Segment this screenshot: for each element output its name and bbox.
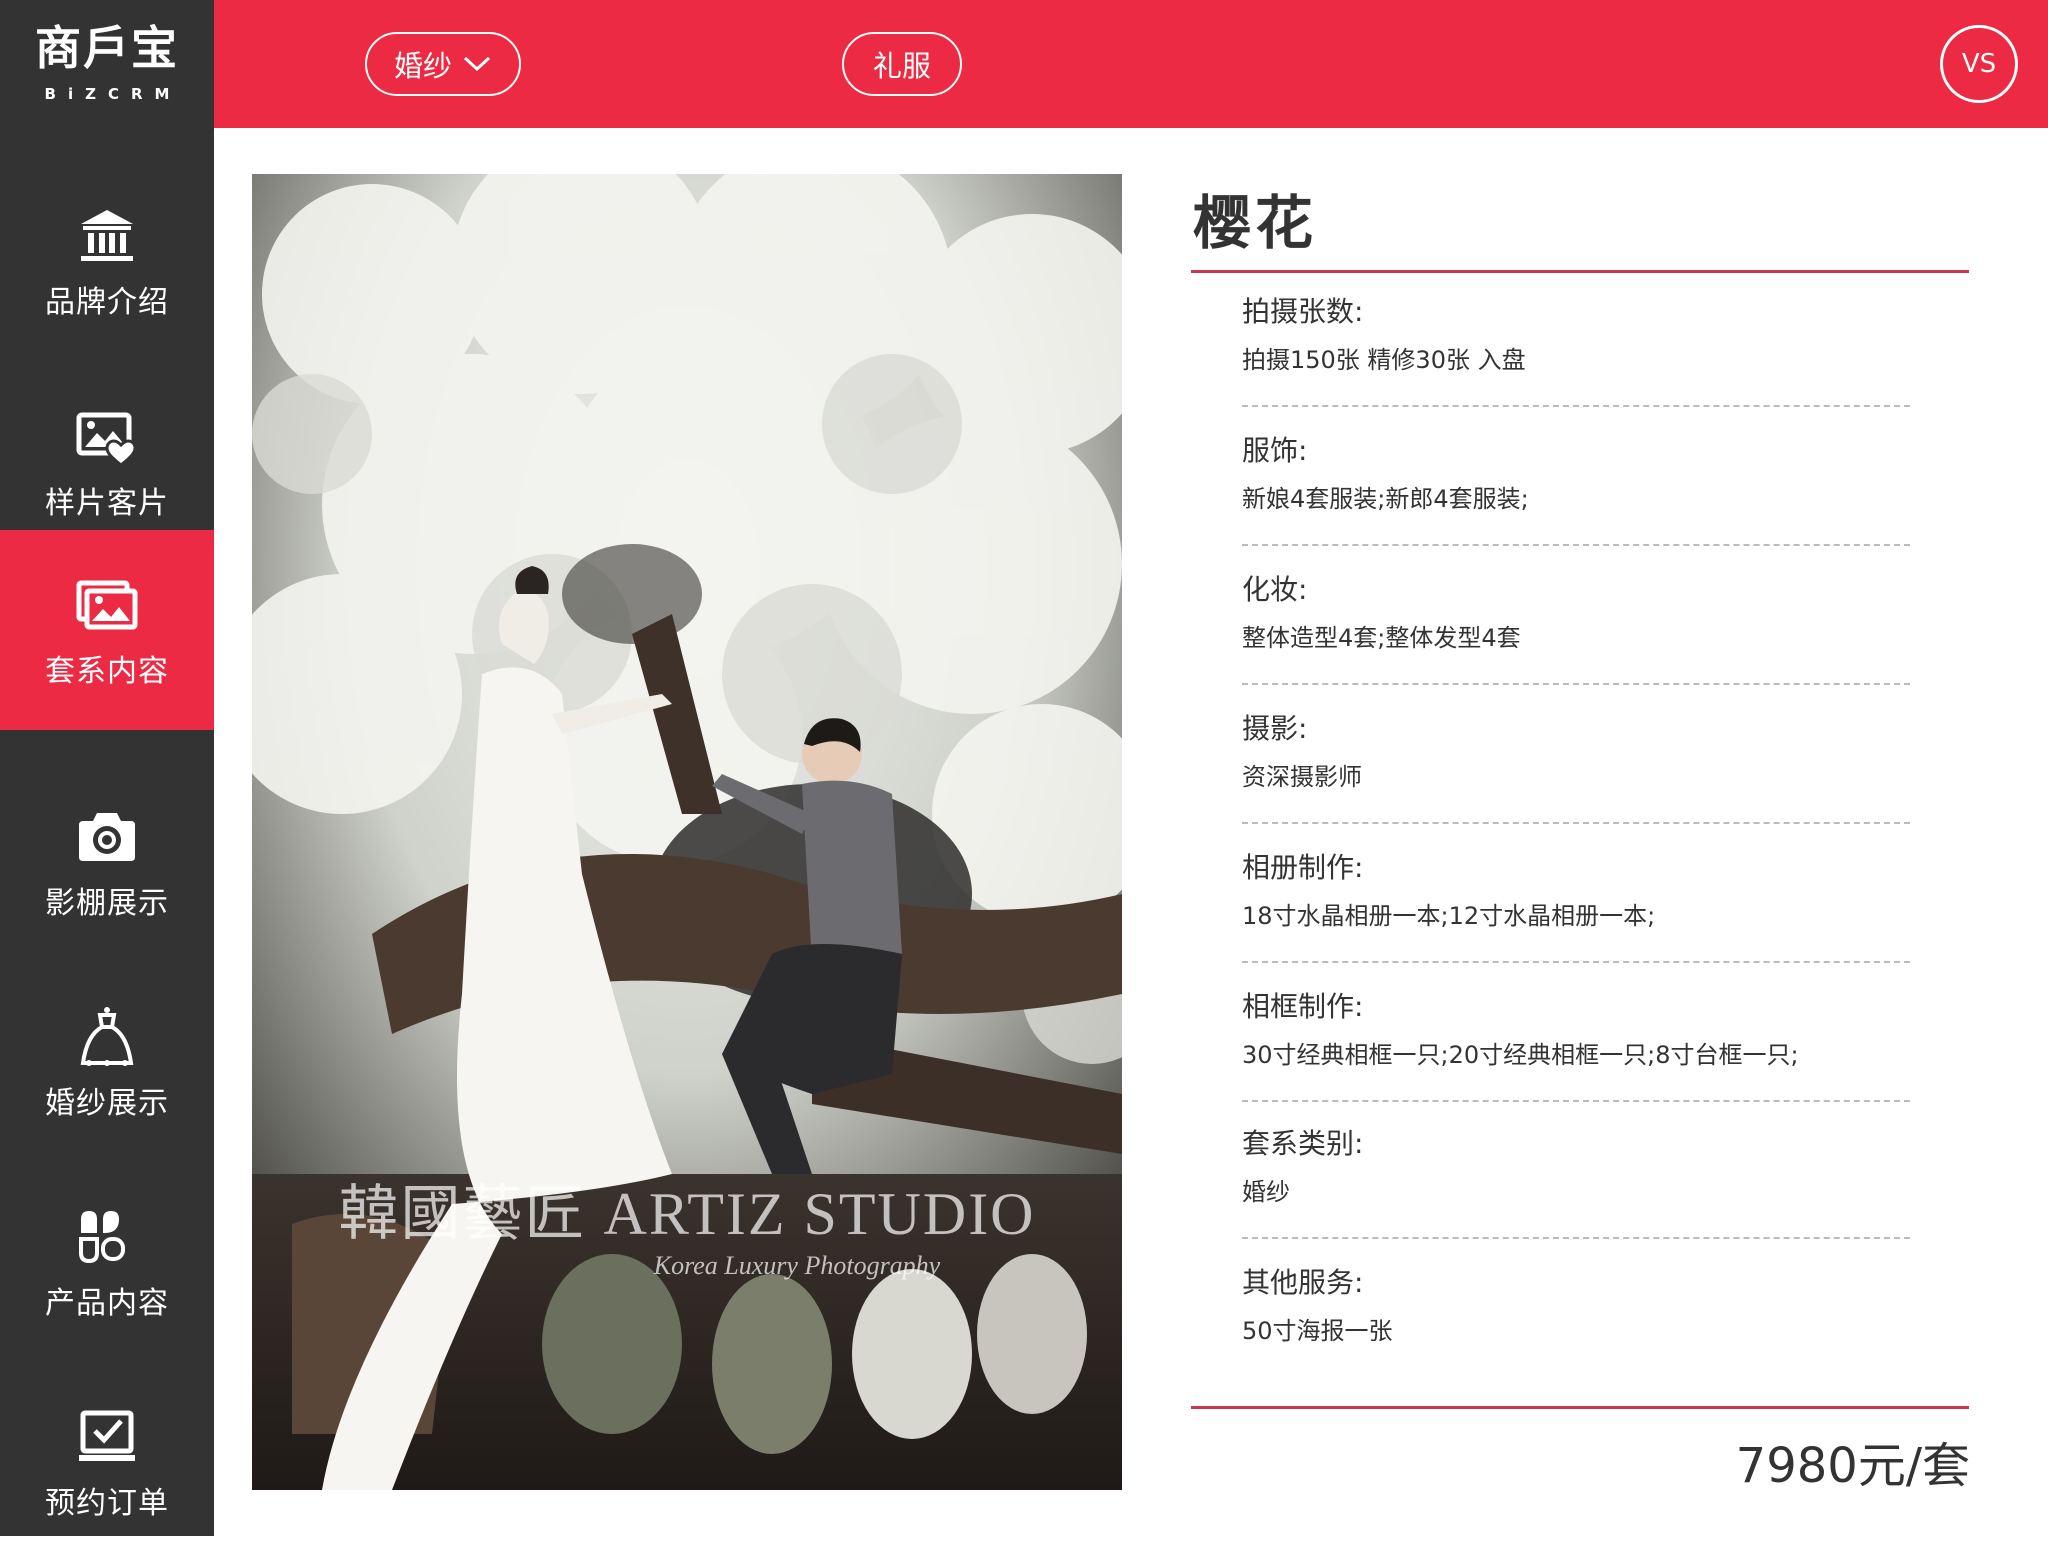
price-divider: [1191, 1406, 1969, 1409]
spec-value: 整体造型4套;整体发型4套: [1242, 624, 1521, 652]
sidebar-item-label: 产品内容: [45, 1285, 169, 1321]
spec-label: 相框制作:: [1242, 990, 1364, 1023]
order-check-icon: [79, 1410, 135, 1461]
tab-wedding-dress[interactable]: 婚纱: [365, 32, 521, 96]
logo-subtitle: BiZCRM: [44, 85, 182, 103]
spec-label: 化妆:: [1242, 573, 1308, 606]
sidebar-item-label: 婚纱展示: [45, 1085, 169, 1121]
spec-label: 其他服务:: [1242, 1266, 1364, 1299]
sidebar-item-label: 样片客片: [45, 485, 169, 521]
spec-label: 摄影:: [1242, 712, 1308, 745]
watermark-text: 韓國藝匠 ARTIZ STUDIO: [338, 1181, 1035, 1247]
sidebar-item-label: 品牌介绍: [45, 284, 169, 320]
camera-icon: [79, 812, 135, 861]
sidebar-item-dresses[interactable]: 婚纱展示: [0, 962, 214, 1162]
spec-frames: 相框制作: 30寸经典相框一只;20寸经典相框一只;8寸台框一只;: [1242, 963, 1910, 1102]
package-title: 樱花: [1193, 189, 1318, 257]
tab-label: 礼服: [872, 49, 931, 83]
sidebar-item-label: 影棚展示: [45, 885, 169, 921]
sidebar: 商戶宝 BiZCRM 品牌介绍 样片客片 套系内容 影棚展示 婚纱展示 产品内容…: [0, 0, 214, 1536]
spec-photography: 摄影: 资深摄影师: [1242, 685, 1910, 824]
sidebar-item-studio[interactable]: 影棚展示: [0, 762, 214, 962]
spec-shots: 拍摄张数: 拍摄150张 精修30张 入盘: [1242, 268, 1910, 407]
spec-other-services: 其他服务: 50寸海报一张: [1242, 1239, 1910, 1378]
spec-album: 相册制作: 18寸水晶相册一本;12寸水晶相册一本;: [1242, 824, 1910, 963]
package-photo: 韓國藝匠 ARTIZ STUDIO Korea Luxury Photograp…: [252, 174, 1122, 1490]
gallery-icon: [76, 580, 138, 629]
vs-compare-button[interactable]: VS: [1940, 25, 2018, 103]
tab-evening-gown[interactable]: 礼服: [842, 32, 962, 96]
chevron-down-icon: [463, 56, 491, 72]
logo: 商戶宝 BiZCRM: [0, 0, 214, 128]
spec-value: 50寸海报一张: [1242, 1317, 1393, 1345]
logo-wordmark: 商戶宝: [35, 21, 179, 75]
wedding-photo-image: 韓國藝匠 ARTIZ STUDIO Korea Luxury Photograp…: [252, 174, 1122, 1490]
spec-value: 拍摄150张 精修30张 入盘: [1242, 346, 1526, 374]
spec-costumes: 服饰: 新娘4套服装;新郎4套服装;: [1242, 407, 1910, 546]
sidebar-item-packages[interactable]: 套系内容: [0, 530, 214, 730]
spec-label: 拍摄张数:: [1242, 295, 1364, 328]
spec-label: 相册制作:: [1242, 851, 1364, 884]
watermark-subtext: Korea Luxury Photography: [653, 1251, 941, 1280]
spec-category: 套系类别: 婚纱: [1242, 1100, 1910, 1239]
wedding-dress-icon: [80, 1006, 134, 1066]
vs-label: VS: [1961, 49, 1997, 79]
spec-value: 婚纱: [1242, 1178, 1290, 1206]
sidebar-item-label: 预约订单: [45, 1485, 169, 1521]
sidebar-item-products[interactable]: 产品内容: [0, 1162, 214, 1362]
bank-icon: [81, 209, 133, 261]
top-bar: 婚纱 礼服 VS: [214, 0, 2048, 128]
spec-value: 新娘4套服装;新郎4套服装;: [1242, 485, 1529, 513]
spec-label: 服饰:: [1242, 434, 1308, 467]
sidebar-item-brand[interactable]: 品牌介绍: [0, 161, 214, 361]
package-price: 7980元/套: [1735, 1438, 1970, 1494]
spec-value: 18寸水晶相册一本;12寸水晶相册一本;: [1242, 902, 1656, 930]
spec-makeup: 化妆: 整体造型4套;整体发型4套: [1242, 546, 1910, 685]
spec-value: 资深摄影师: [1242, 763, 1362, 791]
sidebar-item-label: 套系内容: [45, 653, 169, 689]
apps-icon: [79, 1210, 125, 1263]
sidebar-item-orders[interactable]: 预约订单: [0, 1362, 214, 1562]
spec-value: 30寸经典相框一只;20寸经典相框一只;8寸台框一只;: [1242, 1041, 1799, 1069]
tab-label: 婚纱: [393, 49, 452, 83]
photo-heart-icon: [76, 412, 137, 467]
spec-label: 套系类别:: [1242, 1127, 1364, 1160]
